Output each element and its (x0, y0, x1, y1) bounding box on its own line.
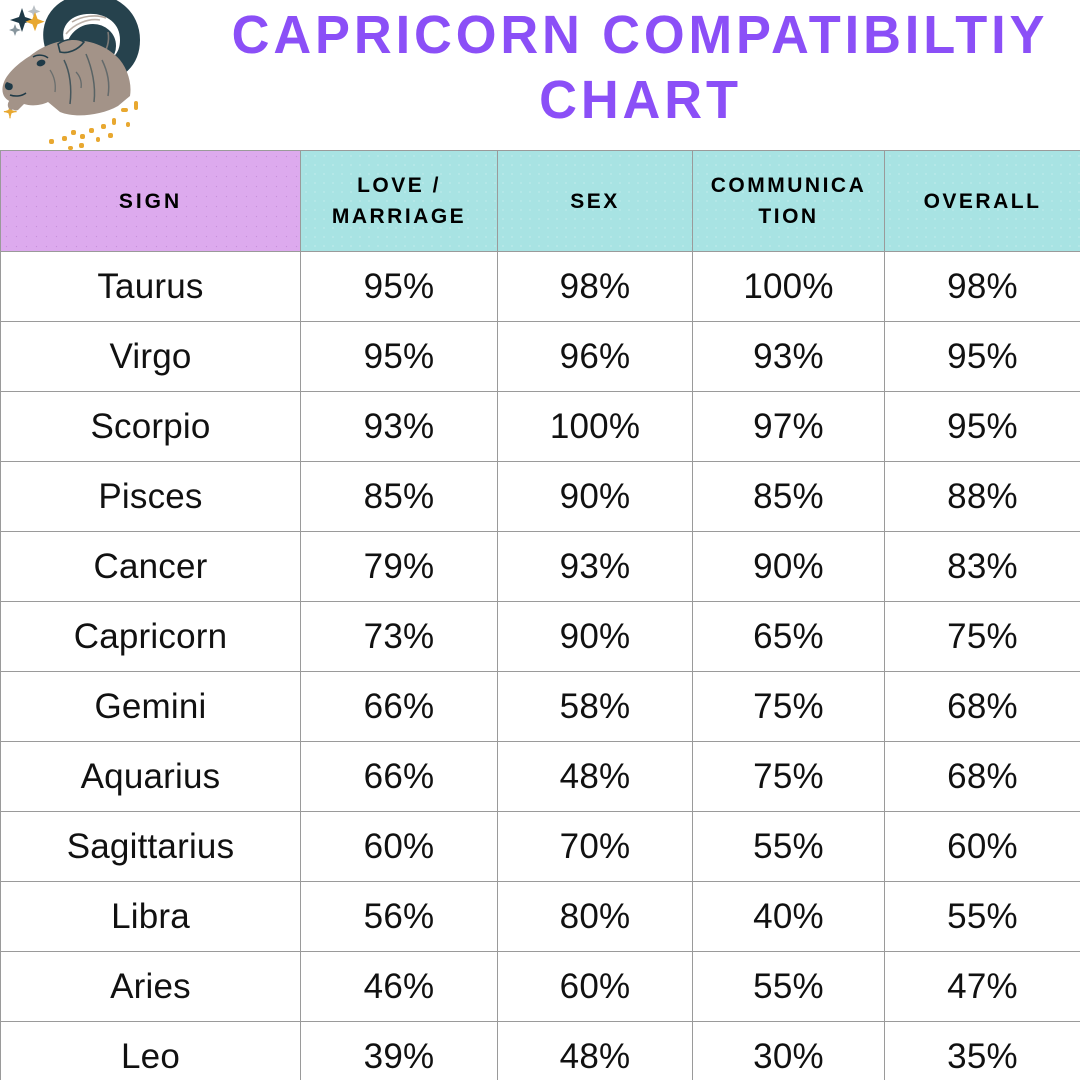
cell-sign: Aquarius (0, 741, 301, 812)
cell-communication: 65% (692, 601, 885, 672)
cell-love: 66% (300, 741, 498, 812)
cell-overall: 68% (884, 741, 1080, 812)
cell-overall: 55% (884, 881, 1080, 952)
sparkle-star-gold-big (25, 12, 45, 32)
cell-communication: 55% (692, 951, 885, 1022)
column-header-overall[interactable]: OVERALL (884, 150, 1080, 252)
column-header-communication[interactable]: COMMUNICA TION (692, 150, 885, 252)
cell-sex: 90% (497, 461, 693, 532)
cell-overall: 60% (884, 811, 1080, 882)
cell-communication: 90% (692, 531, 885, 602)
cell-overall: 88% (884, 461, 1080, 532)
table-row: Scorpio 93% 100% 97% 95% (0, 391, 1080, 462)
cell-overall: 95% (884, 391, 1080, 462)
cell-overall: 95% (884, 321, 1080, 392)
cell-overall: 75% (884, 601, 1080, 672)
cell-sign: Leo (0, 1021, 301, 1080)
cell-love: 60% (300, 811, 498, 882)
cell-sign: Scorpio (0, 391, 301, 462)
cell-love: 56% (300, 881, 498, 952)
compatibility-table: SIGN LOVE / MARRIAGE SEX COMMUNICA TION … (0, 150, 1080, 1080)
cell-overall: 98% (884, 251, 1080, 322)
table-row: Capricorn 73% 90% 65% 75% (0, 601, 1080, 672)
cell-communication: 40% (692, 881, 885, 952)
cell-communication: 75% (692, 741, 885, 812)
header-row: SIGN LOVE / MARRIAGE SEX COMMUNICA TION … (0, 150, 1080, 252)
header-area: CAPRICORN COMPATIBILTIY CHART (0, 0, 1080, 150)
cell-communication: 93% (692, 321, 885, 392)
table-body: Taurus 95% 98% 100% 98% Virgo 95% 96% 93% 95% Scor… (0, 251, 1080, 1080)
cell-sex: 100% (497, 391, 693, 462)
cell-sex: 98% (497, 251, 693, 322)
cell-overall: 83% (884, 531, 1080, 602)
column-header-overall-label: OVERALL (923, 189, 1042, 213)
cell-communication: 55% (692, 811, 885, 882)
cell-love: 85% (300, 461, 498, 532)
cell-sex: 93% (497, 531, 693, 602)
cell-love: 66% (300, 671, 498, 742)
cell-sign: Sagittarius (0, 811, 301, 882)
cell-sign: Gemini (0, 671, 301, 742)
column-header-love-line2: MARRIAGE (331, 205, 467, 228)
cell-communication: 30% (692, 1021, 885, 1080)
cell-love: 46% (300, 951, 498, 1022)
table-row: Leo 39% 48% 30% 35% (0, 1021, 1080, 1080)
cell-sign: Pisces (0, 461, 301, 532)
table-row: Cancer 79% 93% 90% 83% (0, 531, 1080, 602)
cell-sign: Capricorn (0, 601, 301, 672)
column-header-sex-label: SEX (570, 189, 620, 213)
cell-sex: 70% (497, 811, 693, 882)
cell-communication: 75% (692, 671, 885, 742)
table-row: Libra 56% 80% 40% 55% (0, 881, 1080, 952)
capricorn-compatibility-chart-page: CAPRICORN COMPATIBILTIY CHART SIGN LOVE … (0, 0, 1080, 1080)
table-row: Sagittarius 60% 70% 55% 60% (0, 811, 1080, 882)
cell-sign: Aries (0, 951, 301, 1022)
cell-sign: Virgo (0, 321, 301, 392)
table-header: SIGN LOVE / MARRIAGE SEX COMMUNICA TION … (0, 150, 1080, 252)
cell-sign: Cancer (0, 531, 301, 602)
cell-sign: Taurus (0, 251, 301, 322)
cell-love: 95% (300, 321, 498, 392)
page-title: CAPRICORN COMPATIBILTIY CHART (200, 0, 1080, 150)
cell-love: 95% (300, 251, 498, 322)
sparkle-star-small-navy (9, 24, 21, 36)
column-header-love-line1: LOVE / (357, 174, 441, 197)
cell-sex: 96% (497, 321, 693, 392)
cell-overall: 35% (884, 1021, 1080, 1080)
capricorn-goat-illustration (0, 0, 215, 150)
cell-love: 73% (300, 601, 498, 672)
column-header-love-marriage[interactable]: LOVE / MARRIAGE (300, 150, 498, 252)
column-header-communication-line1: COMMUNICA (710, 174, 867, 197)
cell-communication: 85% (692, 461, 885, 532)
table-row: Virgo 95% 96% 93% 95% (0, 321, 1080, 392)
table-row: Aries 46% 60% 55% 47% (0, 951, 1080, 1022)
cell-sex: 48% (497, 1021, 693, 1080)
cell-love: 93% (300, 391, 498, 462)
cell-communication: 100% (692, 251, 885, 322)
cell-sex: 90% (497, 601, 693, 672)
cell-sex: 48% (497, 741, 693, 812)
cell-sign: Libra (0, 881, 301, 952)
cell-sex: 58% (497, 671, 693, 742)
column-header-sign[interactable]: SIGN (0, 150, 301, 252)
cell-overall: 47% (884, 951, 1080, 1022)
cell-love: 79% (300, 531, 498, 602)
column-header-sign-label: SIGN (118, 189, 183, 213)
cell-communication: 97% (692, 391, 885, 462)
column-header-communication-line2: TION (758, 205, 819, 228)
column-header-sex[interactable]: SEX (497, 150, 693, 252)
table-row: Aquarius 66% 48% 75% 68% (0, 741, 1080, 812)
cell-love: 39% (300, 1021, 498, 1080)
cell-sex: 60% (497, 951, 693, 1022)
table-row: Pisces 85% 90% 85% 88% (0, 461, 1080, 532)
cell-overall: 68% (884, 671, 1080, 742)
title-line-1: CAPRICORN COMPATIBILTIY (231, 5, 1049, 65)
table-row: Taurus 95% 98% 100% 98% (0, 251, 1080, 322)
cell-sex: 80% (497, 881, 693, 952)
title-line-2: CHART (538, 70, 742, 130)
table-row: Gemini 66% 58% 75% 68% (0, 671, 1080, 742)
